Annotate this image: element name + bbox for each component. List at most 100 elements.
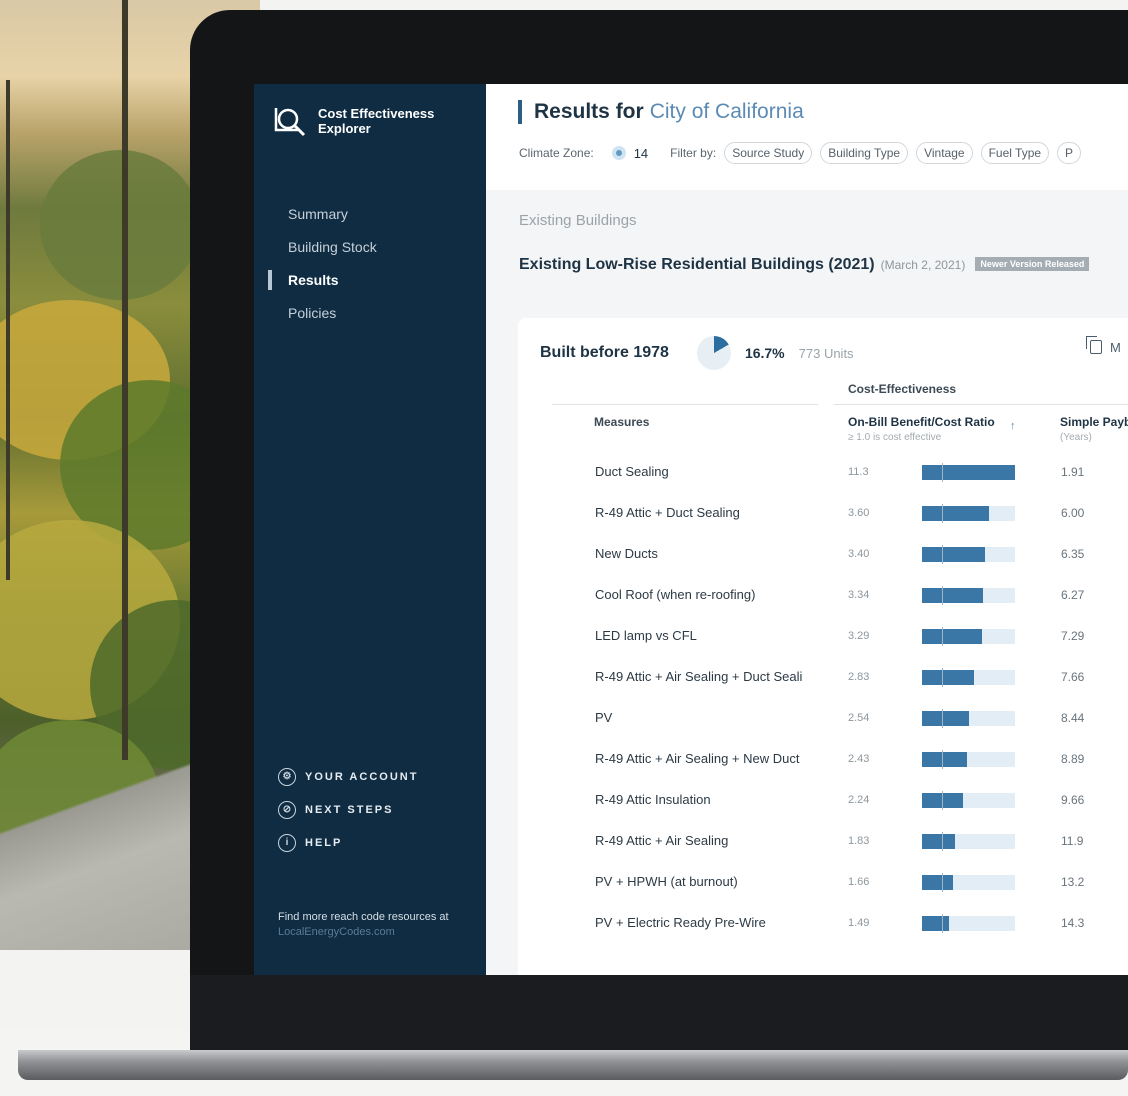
ratio-value: 1.83 xyxy=(848,835,870,847)
copy-icon[interactable] xyxy=(1086,336,1102,354)
measure-name: Duct Sealing xyxy=(595,464,669,479)
table-row[interactable]: Cool Roof (when re-roofing) 3.34 6.27 xyxy=(518,585,1128,626)
ratio-bar xyxy=(922,588,984,603)
cost-effectiveness-group-label: Cost-Effectiveness xyxy=(848,382,957,396)
table-row[interactable]: PV + HPWH (at burnout) 1.66 13.2 xyxy=(518,872,1128,913)
ratio-bar xyxy=(922,670,975,685)
ratio-bar-track xyxy=(922,832,1015,851)
ratio-bar-track xyxy=(922,709,1015,728)
ratio-bar xyxy=(922,711,969,726)
sidebar-item-policies[interactable]: Policies xyxy=(254,301,486,334)
app-screen: Cost Effectiveness Explorer Summary Build… xyxy=(254,84,1128,975)
table-row[interactable]: R-49 Attic + Duct Sealing 3.60 6.00 xyxy=(518,503,1128,544)
vintage-label: Built before 1978 xyxy=(540,344,669,361)
footer-text: Find more reach code resources at xyxy=(278,911,449,923)
measure-name: R-49 Attic + Air Sealing + New Duct xyxy=(595,751,800,766)
ratio-bar-track xyxy=(922,627,1015,646)
filter-label: Filter by: xyxy=(670,146,717,160)
ratio-bar xyxy=(922,629,983,644)
compass-icon: ⊘ xyxy=(278,800,296,819)
sidebar-item-summary[interactable]: Summary xyxy=(254,202,486,235)
ratio-value: 3.40 xyxy=(848,548,870,560)
section-label: Existing Buildings xyxy=(519,212,637,229)
ratio-bar xyxy=(922,875,953,890)
ratio-bar xyxy=(922,547,986,562)
payback-value: 8.89 xyxy=(1061,752,1085,766)
measure-name: PV + HPWH (at burnout) xyxy=(595,874,738,889)
next-steps-link[interactable]: ⊘ NEXT STEPS xyxy=(278,793,418,826)
study-title: Existing Low-Rise Residential Buildings … xyxy=(519,256,1090,274)
table-row[interactable]: R-49 Attic + Air Sealing + New Duct 2.43 8… xyxy=(518,749,1128,790)
cost-effective-threshold-line xyxy=(942,586,943,605)
results-header: Results for City of California Climate Zo… xyxy=(486,84,1128,190)
app-logo[interactable]: Cost Effectiveness Explorer xyxy=(272,102,482,142)
column-header-ratio[interactable]: On-Bill Benefit/Cost Ratio xyxy=(848,415,995,429)
payback-value: 6.00 xyxy=(1061,506,1085,520)
measure-name: PV + Electric Ready Pre-Wire xyxy=(595,915,766,930)
city-selector[interactable]: City of California xyxy=(650,100,804,123)
app-name: Cost Effectiveness Explorer xyxy=(318,106,435,136)
sidebar-item-building-stock[interactable]: Building Stock xyxy=(254,235,486,268)
newer-version-badge[interactable]: Newer Version Released xyxy=(975,257,1090,271)
table-row[interactable]: PV 2.54 8.44 xyxy=(518,708,1128,749)
column-header-payback[interactable]: Simple Payb xyxy=(1060,415,1128,429)
climate-zone-label: Climate Zone: xyxy=(519,146,594,160)
column-subheader-ratio: ≥ 1.0 is cost effective xyxy=(848,432,942,443)
climate-zone-icon xyxy=(611,146,626,160)
filter-chip[interactable]: Building Type xyxy=(820,142,909,164)
units-count: 773 Units xyxy=(798,345,854,361)
table-row[interactable]: LED lamp vs CFL 3.29 7.29 xyxy=(518,626,1128,667)
laptop-bezel-bottom xyxy=(190,975,1128,1055)
sidebar-nav: Summary Building Stock Results Policies xyxy=(254,202,486,334)
filter-chip[interactable]: Vintage xyxy=(916,142,973,164)
measures-table: Duct Sealing 11.3 1.91 R-49 Attic + Duct Se… xyxy=(518,462,1128,954)
ratio-bar-track xyxy=(922,586,1015,605)
cost-effective-threshold-line xyxy=(942,545,943,564)
copy-label[interactable]: M xyxy=(1110,340,1121,355)
measure-name: PV xyxy=(595,710,613,725)
payback-value: 11.9 xyxy=(1061,834,1084,848)
table-row[interactable]: R-49 Attic + Air Sealing 1.83 11.9 xyxy=(518,831,1128,872)
ratio-value: 11.3 xyxy=(848,466,869,478)
filter-chip[interactable]: Fuel Type xyxy=(980,142,1050,164)
payback-value: 13.2 xyxy=(1061,875,1085,889)
cost-effective-threshold-line xyxy=(942,504,943,523)
table-row[interactable]: R-49 Attic + Air Sealing + Duct Seali 2.8… xyxy=(518,667,1128,708)
table-row[interactable]: New Ducts 3.40 6.35 xyxy=(518,544,1128,585)
cost-effective-threshold-line xyxy=(942,750,943,769)
ratio-bar-track xyxy=(922,463,1015,482)
sort-arrow-up-icon[interactable]: ↑ xyxy=(1010,420,1016,432)
sidebar-links: ⚙ YOUR ACCOUNT ⊘ NEXT STEPS i HELP xyxy=(278,760,418,859)
ratio-value: 2.83 xyxy=(848,671,870,683)
filter-chip[interactable]: P xyxy=(1057,142,1082,164)
link-label: YOUR ACCOUNT xyxy=(305,770,419,783)
ratio-value: 3.34 xyxy=(848,589,870,601)
ratio-value: 3.29 xyxy=(848,630,870,642)
measure-name: Cool Roof (when re-roofing) xyxy=(595,587,756,602)
climate-zone-value[interactable]: 14 xyxy=(634,146,648,161)
footer-link[interactable]: LocalEnergyCodes.com xyxy=(278,925,478,940)
your-account-link[interactable]: ⚙ YOUR ACCOUNT xyxy=(278,760,418,793)
sidebar-item-results[interactable]: Results xyxy=(254,268,486,301)
table-row[interactable]: R-49 Attic Insulation 2.24 9.66 xyxy=(518,790,1128,831)
measure-name: R-49 Attic + Air Sealing xyxy=(595,833,729,848)
cost-effective-threshold-line xyxy=(942,914,943,933)
payback-value: 8.44 xyxy=(1061,711,1085,725)
ratio-value: 1.49 xyxy=(848,917,870,929)
table-row[interactable]: Duct Sealing 11.3 1.91 xyxy=(518,462,1128,503)
cost-effective-threshold-line xyxy=(942,463,943,482)
help-link[interactable]: i HELP xyxy=(278,826,418,859)
filter-chip[interactable]: Source Study xyxy=(724,142,813,164)
cost-effective-threshold-line xyxy=(942,791,943,810)
table-row[interactable]: PV + Electric Ready Pre-Wire 1.49 14.3 xyxy=(518,913,1128,954)
ratio-value: 1.66 xyxy=(848,876,870,888)
payback-value: 9.66 xyxy=(1061,793,1085,807)
measure-name: R-49 Attic Insulation xyxy=(595,792,711,807)
ratio-bar-track xyxy=(922,750,1015,769)
share-percent: 16.7% xyxy=(744,345,785,361)
laptop-base xyxy=(18,1050,1128,1080)
sidebar-footer: Find more reach code resources at LocalE… xyxy=(278,910,478,940)
cost-effective-threshold-line xyxy=(942,668,943,687)
measure-name: R-49 Attic + Duct Sealing xyxy=(595,505,740,520)
ratio-bar xyxy=(922,506,989,521)
